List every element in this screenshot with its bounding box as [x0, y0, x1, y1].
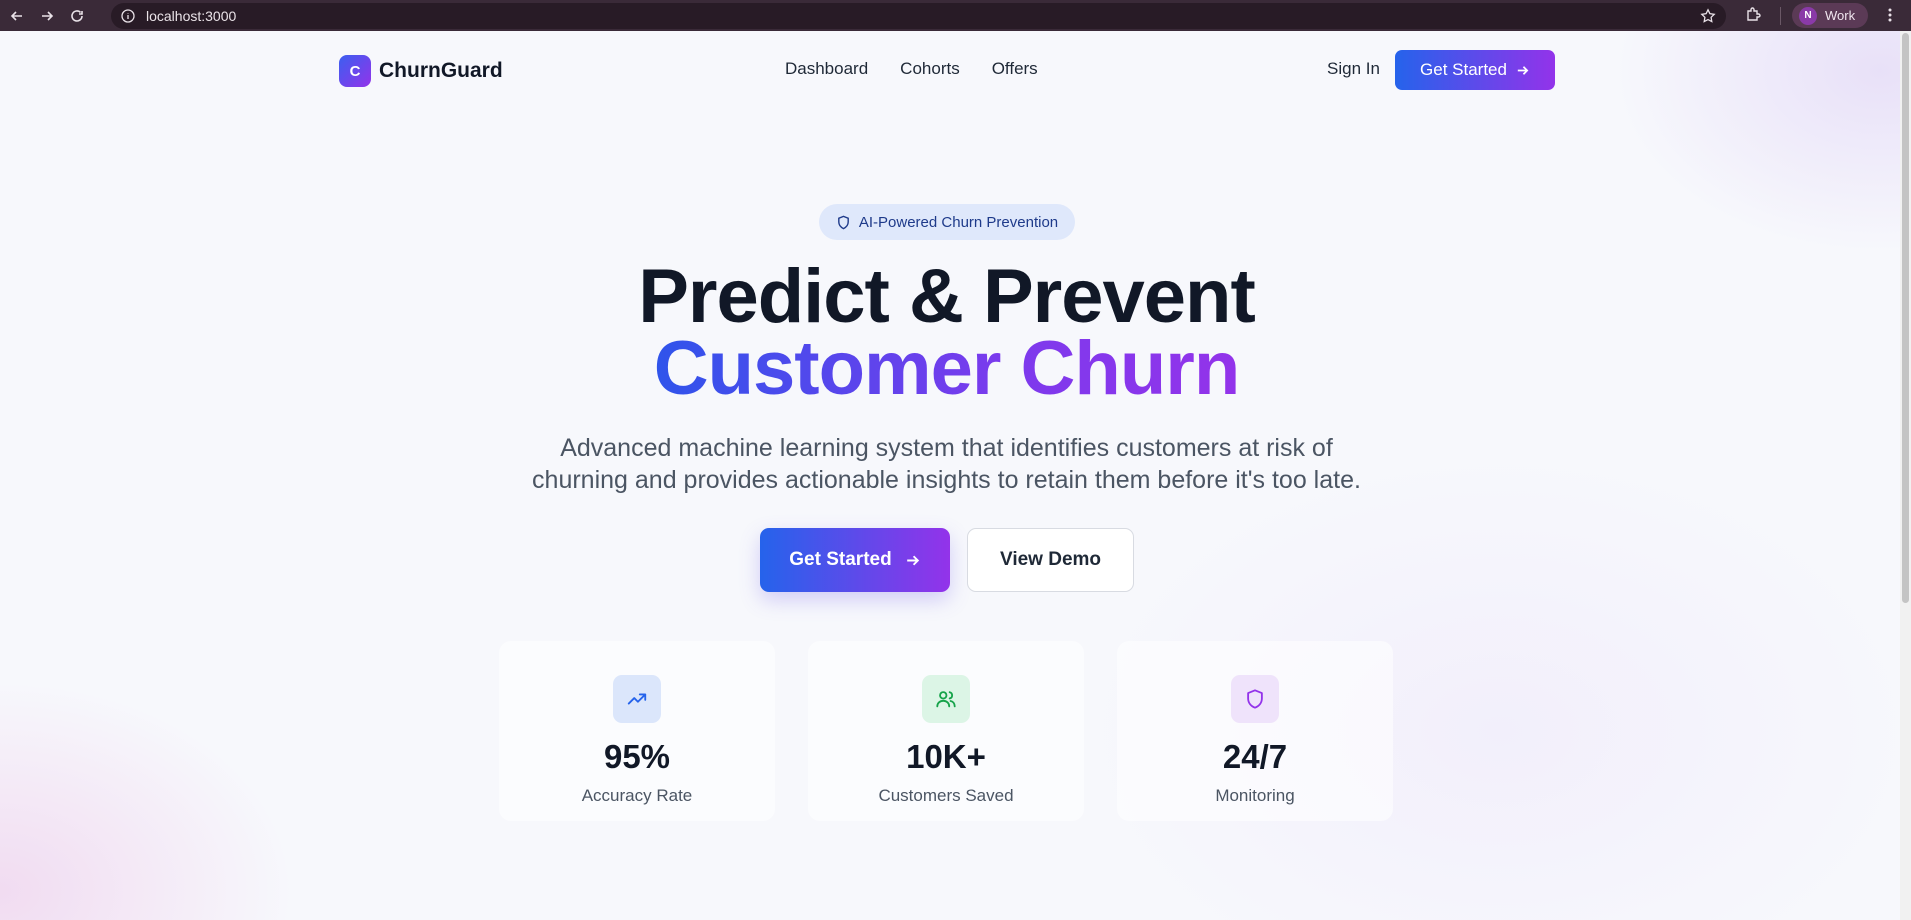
- reload-icon[interactable]: [64, 3, 90, 29]
- url-text[interactable]: localhost:3000: [146, 8, 236, 24]
- stat-icon-tile: [1231, 675, 1279, 723]
- nav-link-offers[interactable]: Offers: [992, 59, 1038, 79]
- main-nav: Dashboard Cohorts Offers: [785, 59, 1038, 79]
- page-viewport: C ChurnGuard Dashboard Cohorts Offers Si…: [0, 31, 1900, 920]
- shield-icon: [1247, 689, 1263, 709]
- stat-card-monitoring: 24/7 Monitoring: [1117, 641, 1393, 821]
- toolbar-divider: [1780, 7, 1781, 25]
- stat-value: 95%: [603, 738, 671, 775]
- hero-title-line1: Predict & Prevent: [638, 254, 1256, 339]
- view-demo-label: View Demo: [999, 549, 1102, 570]
- header-get-started-label: Get Started: [1420, 60, 1507, 79]
- stat-label: Customers Saved: [878, 786, 1014, 805]
- header-get-started-button[interactable]: Get Started: [1395, 50, 1555, 90]
- hero-badge: AI-Powered Churn Prevention: [819, 204, 1075, 240]
- nav-link-dashboard[interactable]: Dashboard: [785, 59, 868, 79]
- stat-icon-tile: [613, 675, 661, 723]
- brand-logo[interactable]: C ChurnGuard: [339, 55, 503, 87]
- hero-subtitle-line1: Advanced machine learning system that id…: [560, 434, 1333, 462]
- hero-title-line2: Customer Churn: [0, 331, 1893, 407]
- brand-name: ChurnGuard: [379, 59, 503, 82]
- stat-icon-tile: [922, 675, 970, 723]
- profile-chip[interactable]: N Work: [1792, 3, 1868, 28]
- browser-toolbar: localhost:3000 N Work: [0, 0, 1911, 31]
- extensions-icon[interactable]: [1744, 6, 1762, 24]
- trending-up-icon: [627, 693, 647, 705]
- nav-link-cohorts[interactable]: Cohorts: [900, 59, 960, 79]
- stat-label: Accuracy Rate: [581, 786, 693, 805]
- arrow-right-icon: [906, 555, 919, 565]
- hero-subtitle-line2: churning and provides actionable insight…: [532, 466, 1361, 494]
- page-scrollbar[interactable]: [1900, 31, 1911, 920]
- stat-value: 10K+: [906, 738, 986, 775]
- address-bar[interactable]: localhost:3000: [111, 3, 1726, 29]
- stat-card-customers-saved: 10K+ Customers Saved: [808, 641, 1084, 821]
- brand-mark: C: [339, 55, 371, 87]
- sign-in-link[interactable]: Sign In: [1327, 59, 1380, 79]
- stat-card-accuracy: 95% Accuracy Rate: [499, 641, 775, 821]
- view-demo-button[interactable]: View Demo: [967, 528, 1134, 592]
- hero-title-gradient-text: Customer Churn: [653, 326, 1241, 411]
- scrollbar-thumb[interactable]: [1902, 33, 1909, 603]
- profile-avatar: N: [1799, 6, 1817, 25]
- stat-value: 24/7: [1222, 738, 1288, 775]
- site-info-icon[interactable]: [120, 8, 136, 24]
- profile-name: Work: [1825, 8, 1856, 23]
- shield-icon: [837, 215, 849, 229]
- arrow-right-icon: [1517, 65, 1529, 75]
- stat-label: Monitoring: [1215, 786, 1295, 805]
- back-icon[interactable]: [4, 3, 30, 29]
- hero-get-started-button[interactable]: Get Started: [760, 528, 950, 592]
- forward-icon[interactable]: [34, 3, 60, 29]
- hero-get-started-label: Get Started: [789, 549, 892, 570]
- bookmark-star-icon[interactable]: [1700, 8, 1716, 24]
- hero-badge-label: AI-Powered Churn Prevention: [858, 213, 1059, 231]
- browser-menu-icon[interactable]: [1881, 6, 1899, 24]
- users-icon: [936, 691, 956, 708]
